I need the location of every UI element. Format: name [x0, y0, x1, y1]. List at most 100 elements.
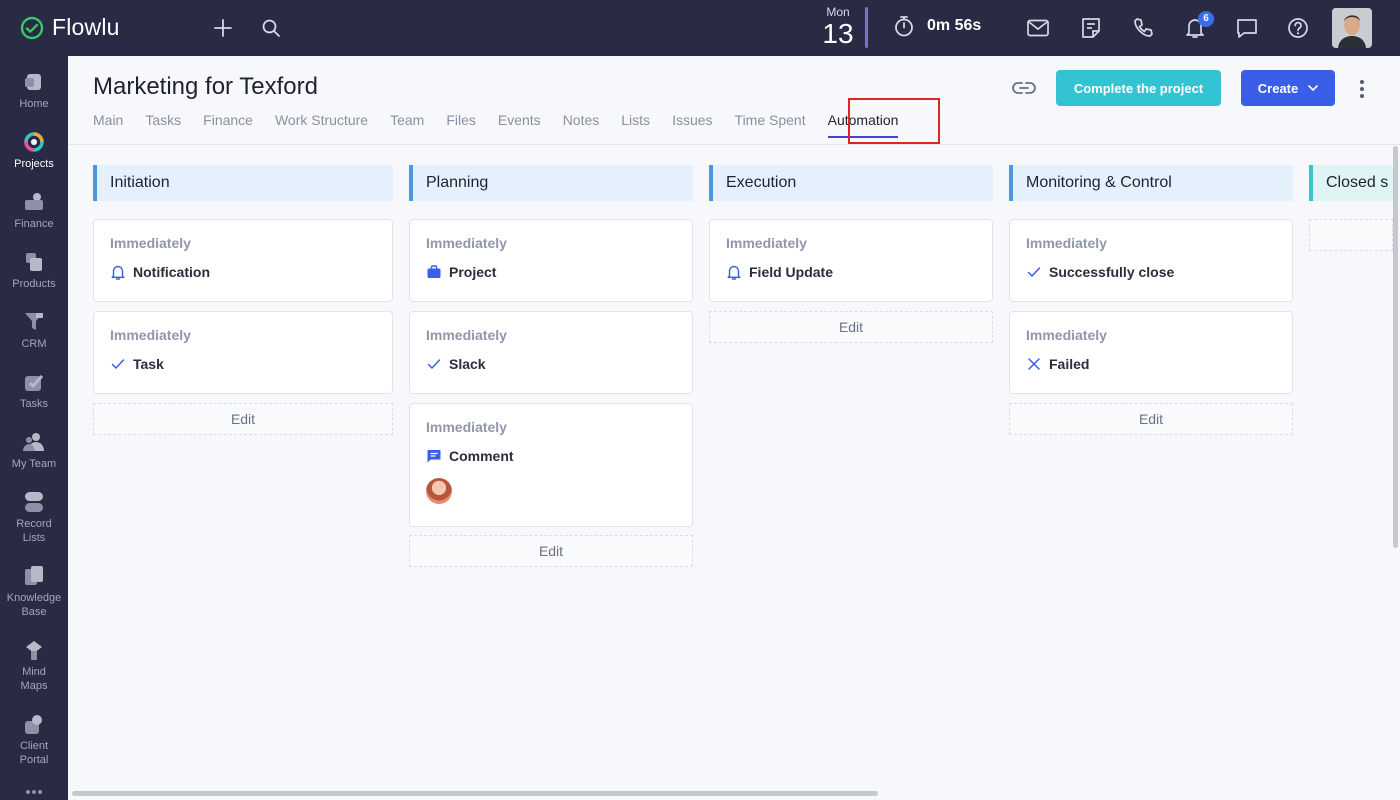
- mind-maps-icon: [26, 641, 42, 660]
- projects-icon: [24, 132, 44, 152]
- phone-icon[interactable]: [1127, 12, 1159, 44]
- sidebar-item-products[interactable]: Products: [0, 251, 68, 291]
- mail-icon[interactable]: [1022, 12, 1054, 44]
- tab-files[interactable]: Files: [446, 112, 476, 138]
- sidebar-item-label: Client Portal: [19, 740, 49, 766]
- sidebar-item-projects[interactable]: Projects: [0, 131, 68, 171]
- card-timing: Immediately: [426, 327, 507, 343]
- comment-icon: [427, 450, 441, 463]
- card-timing: Immediately: [110, 235, 191, 251]
- date-display[interactable]: Mon 13: [820, 5, 856, 49]
- header-divider: [68, 144, 1400, 145]
- stage-column-planning: Planning: [409, 165, 693, 201]
- sidebar-item-my-team[interactable]: My Team: [0, 431, 68, 471]
- plus-icon[interactable]: [207, 12, 239, 44]
- notes-icon[interactable]: [1075, 12, 1107, 44]
- sidebar-item-label: Products: [12, 278, 56, 290]
- automation-card[interactable]: Immediately Successfully close: [1009, 219, 1293, 302]
- create-button-label: Create: [1257, 80, 1299, 96]
- tab-time-spent[interactable]: Time Spent: [735, 112, 806, 138]
- automation-card[interactable]: Immediately Project: [409, 219, 693, 302]
- card-action: Failed: [1026, 356, 1089, 372]
- notification-badge: 6: [1198, 11, 1214, 27]
- timer-value: 0m 56s: [927, 17, 982, 34]
- help-icon[interactable]: [1282, 12, 1314, 44]
- edit-stage-button[interactable]: [1309, 219, 1393, 251]
- sidebar-item-mind-maps[interactable]: Mind Maps: [0, 639, 68, 693]
- tab-notes[interactable]: Notes: [563, 112, 600, 138]
- tab-events[interactable]: Events: [498, 112, 541, 138]
- date-separator: [865, 7, 868, 48]
- card-action: Task: [110, 356, 164, 372]
- automation-card[interactable]: Immediately Slack: [409, 311, 693, 394]
- check-icon: [427, 359, 441, 369]
- assignee-avatar[interactable]: [426, 478, 452, 504]
- top-bar: Flowlu Mon 13 0m 56s 6: [0, 0, 1400, 56]
- card-action: Field Update: [726, 264, 833, 280]
- sidebar-item-label: Record Lists: [16, 518, 52, 544]
- stage-header: Execution: [709, 165, 993, 201]
- logo-text: Flowlu: [52, 14, 120, 40]
- sidebar-item-tasks[interactable]: Tasks: [0, 371, 68, 411]
- automation-card[interactable]: Immediately Notification: [93, 219, 393, 302]
- create-button[interactable]: Create: [1241, 70, 1335, 106]
- sidebar-item-client-portal[interactable]: Client Portal: [0, 713, 68, 767]
- card-timing: Immediately: [426, 419, 507, 435]
- tab-tasks[interactable]: Tasks: [145, 112, 181, 138]
- sidebar-item-home[interactable]: Home: [0, 71, 68, 111]
- automation-card[interactable]: Immediately Comment: [409, 403, 693, 527]
- page-title: Marketing for Texford: [93, 73, 318, 100]
- tab-issues[interactable]: Issues: [672, 112, 712, 138]
- automation-card[interactable]: Immediately Task: [93, 311, 393, 394]
- sidebar-item-crm[interactable]: CRM: [0, 311, 68, 351]
- time-tracker[interactable]: 0m 56s: [893, 15, 981, 37]
- card-action: Successfully close: [1026, 264, 1174, 280]
- automation-card[interactable]: Immediately Failed: [1009, 311, 1293, 394]
- flowlu-logo[interactable]: Flowlu: [20, 14, 120, 41]
- crm-icon: [25, 313, 43, 330]
- user-avatar[interactable]: [1332, 8, 1372, 48]
- sidebar-item-label: Finance: [14, 218, 54, 230]
- stage-column-monitoring-control: Monitoring & Control: [1009, 165, 1293, 201]
- card-timing: Immediately: [726, 235, 807, 251]
- tasks-icon: [25, 374, 44, 391]
- chat-icon[interactable]: [1231, 12, 1263, 44]
- bell-icon: [727, 265, 741, 280]
- card-timing: Immediately: [1026, 327, 1107, 343]
- edit-stage-button[interactable]: Edit: [93, 403, 393, 435]
- horizontal-scrollbar[interactable]: [72, 791, 878, 796]
- tab-lists[interactable]: Lists: [621, 112, 650, 138]
- vertical-scrollbar[interactable]: [1393, 146, 1398, 548]
- tab-team[interactable]: Team: [390, 112, 424, 138]
- tab-finance[interactable]: Finance: [203, 112, 253, 138]
- team-icon: [23, 433, 44, 451]
- stage-column-closed: Closed s: [1309, 165, 1393, 201]
- date-day: Mon: [826, 5, 850, 19]
- card-action: Comment: [426, 448, 514, 464]
- card-timing: Immediately: [426, 235, 507, 251]
- knowledge-base-icon: [25, 566, 43, 585]
- edit-stage-button[interactable]: Edit: [709, 311, 993, 343]
- tab-work-structure[interactable]: Work Structure: [275, 112, 368, 138]
- sidebar-item-label: Mind Maps: [20, 666, 48, 692]
- more-options-icon[interactable]: [1352, 76, 1372, 102]
- stage-header: Initiation: [93, 165, 393, 201]
- automation-card[interactable]: Immediately Field Update: [709, 219, 993, 302]
- home-icon: [25, 74, 41, 90]
- tab-main[interactable]: Main: [93, 112, 123, 138]
- edit-stage-button[interactable]: Edit: [1009, 403, 1293, 435]
- sidebar-item-record-lists[interactable]: Record Lists: [0, 491, 68, 545]
- check-icon: [111, 359, 125, 369]
- link-icon[interactable]: [1008, 74, 1040, 102]
- sidebar-item-finance[interactable]: Finance: [0, 191, 68, 231]
- client-portal-icon: [25, 715, 42, 734]
- card-action: Notification: [110, 264, 210, 280]
- sidebar-item-knowledge-base[interactable]: Knowledge Base: [0, 565, 68, 619]
- stage-column-execution: Execution: [709, 165, 993, 201]
- stage-header: Monitoring & Control: [1009, 165, 1293, 201]
- edit-stage-button[interactable]: Edit: [409, 535, 693, 567]
- complete-project-button[interactable]: Complete the project: [1056, 70, 1221, 106]
- check-icon: [1027, 267, 1041, 277]
- sidebar-more-icon[interactable]: [0, 789, 68, 800]
- search-icon[interactable]: [255, 12, 287, 44]
